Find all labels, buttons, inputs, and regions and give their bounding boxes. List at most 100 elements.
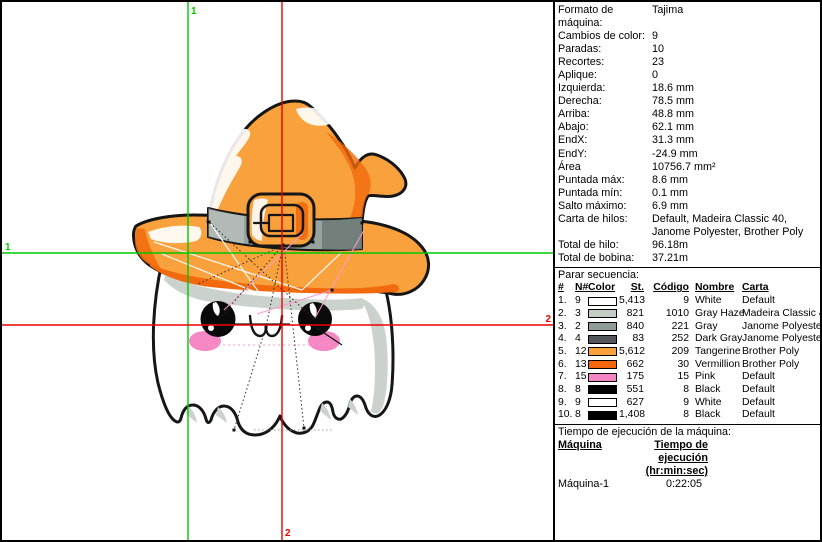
seq-thread-code: 9 — [644, 295, 689, 308]
info-row: Puntada máx: 8.6 mm — [558, 174, 818, 187]
seq-thread-chart: Default — [742, 384, 818, 397]
machine-time-title: Tiempo de ejecución de la máquina: — [558, 426, 818, 439]
info-label: Aplique: — [558, 69, 652, 82]
seq-thread-chart: Default — [742, 397, 818, 410]
seq-stitch-count: 821 — [619, 308, 644, 321]
stop-sequence-row: 4. 4 83 252 Dark Gray Janome Polyester — [558, 333, 818, 346]
seq-needle: 9 — [575, 295, 588, 308]
info-label: Puntada mín: — [558, 187, 652, 200]
info-value: 62.1 mm — [652, 121, 818, 134]
header-name: Nombre — [695, 282, 742, 295]
guide-label-green-left: 1 — [5, 242, 11, 253]
info-value: 96.18m — [652, 239, 818, 252]
info-label: EndX: — [558, 134, 652, 147]
hat-buckle — [248, 194, 314, 246]
color-swatch — [588, 309, 619, 319]
info-row: EndX: 31.3 mm — [558, 134, 818, 147]
stop-sequence-row: 3. 2 840 221 Gray Janome Polyester — [558, 321, 818, 334]
info-row: Carta de hilos: Default, Madeira Classic… — [558, 213, 818, 239]
seq-thread-chart: Default — [742, 295, 818, 308]
color-swatch-rect — [588, 297, 618, 307]
header-stitches: St. — [619, 282, 644, 295]
color-swatch-rect — [588, 360, 618, 370]
seq-thread-name: White — [695, 397, 742, 410]
machine-runtime: 0:22:05 — [616, 478, 702, 492]
info-row: Formato de máquina: Tajima — [558, 4, 818, 30]
seq-index: 6. — [558, 359, 575, 372]
info-row: Cambios de color: 9 — [558, 30, 818, 43]
stop-sequence-row: 9. 9 627 9 White Default — [558, 397, 818, 410]
header-runtime-line1: Tiempo de ejecución — [616, 439, 708, 465]
color-swatch — [588, 411, 619, 421]
seq-thread-chart: Brother Poly — [742, 346, 818, 359]
info-value: 18.6 mm — [652, 82, 818, 95]
seq-thread-code: 9 — [644, 397, 689, 410]
seq-thread-name: Black — [695, 384, 742, 397]
color-swatch-rect — [588, 322, 618, 332]
seq-needle: 3 — [575, 308, 588, 321]
info-row: Recortes: 23 — [558, 56, 818, 69]
color-swatch — [588, 297, 619, 307]
seq-thread-chart: Janome Polyester — [742, 321, 822, 334]
seq-needle: 8 — [575, 384, 588, 397]
seq-thread-chart: Default — [742, 371, 818, 384]
stop-sequence-header: # N# Color St. Código Nombre Carta — [558, 282, 818, 296]
info-row: Paradas: 10 — [558, 43, 818, 56]
guide-label-red-right: 2 — [545, 314, 551, 325]
seq-needle: 8 — [575, 409, 588, 422]
seq-index: 1. — [558, 295, 575, 308]
info-label: Paradas: — [558, 43, 652, 56]
seq-thread-code: 252 — [644, 333, 689, 346]
info-label: Total de bobina: — [558, 252, 652, 265]
info-label: Cambios de color: — [558, 30, 652, 43]
info-label: Recortes: — [558, 56, 652, 69]
stop-sequence-row: 1. 9 5,413 9 White Default — [558, 295, 818, 308]
seq-thread-name: Pink — [695, 371, 742, 384]
seq-stitch-count: 551 — [619, 384, 644, 397]
seq-thread-name: Vermillion — [695, 359, 742, 372]
info-value: 9 — [652, 30, 818, 43]
info-label: Abajo: — [558, 121, 652, 134]
info-row: Derecha: 78.5 mm — [558, 95, 818, 108]
seq-thread-chart: Default — [742, 409, 818, 422]
header-num: # — [558, 282, 575, 295]
header-runtime-line2: (hr:min:sec) — [616, 465, 708, 478]
seq-thread-code: 8 — [644, 384, 689, 397]
seq-index: 8. — [558, 384, 575, 397]
machine-name: Máquina-1 — [558, 478, 616, 492]
info-value: 0 — [652, 69, 818, 82]
seq-stitch-count: 5,413 — [619, 295, 644, 308]
info-label: Formato de máquina: — [558, 4, 652, 30]
seq-needle: 4 — [575, 333, 588, 346]
info-row: Área 10756.7 mm² — [558, 161, 818, 174]
info-row: Aplique: 0 — [558, 69, 818, 82]
seq-index: 4. — [558, 333, 575, 346]
info-value: 48.8 mm — [652, 108, 818, 121]
seq-needle: 15 — [575, 371, 588, 384]
info-label: Derecha: — [558, 95, 652, 108]
info-row: Arriba: 48.8 mm — [558, 108, 818, 121]
seq-thread-name: White — [695, 295, 742, 308]
machine-time-row: Máquina-1 0:22:05 — [558, 478, 818, 492]
header-machine: Máquina — [558, 439, 616, 478]
color-swatch — [588, 347, 619, 357]
seq-thread-chart: Janome Polyester — [742, 333, 822, 346]
color-swatch — [588, 322, 619, 332]
seq-stitch-count: 627 — [619, 397, 644, 410]
color-swatch — [588, 385, 619, 395]
info-row: Izquierda: 18.6 mm — [558, 82, 818, 95]
machine-time-header: Máquina Tiempo de ejecución (hr:min:sec) — [558, 439, 818, 478]
info-value: 0.1 mm — [652, 187, 818, 200]
color-swatch-rect — [588, 335, 618, 345]
seq-thread-name: Gray — [695, 321, 742, 334]
stop-sequence-row: 5. 12 5,612 209 Tangerine Brother Poly — [558, 346, 818, 359]
info-row: Puntada mín: 0.1 mm — [558, 187, 818, 200]
seq-thread-code: 8 — [644, 409, 689, 422]
seq-index: 2. — [558, 308, 575, 321]
info-row: Salto máximo: 6.9 mm — [558, 200, 818, 213]
seq-thread-code: 1010 — [644, 308, 689, 321]
color-swatch — [588, 335, 619, 345]
stop-sequence-row: 7. 15 175 15 Pink Default — [558, 371, 818, 384]
color-swatch — [588, 398, 619, 408]
embroidery-design-svg: 1 1 2 2 — [2, 2, 553, 540]
